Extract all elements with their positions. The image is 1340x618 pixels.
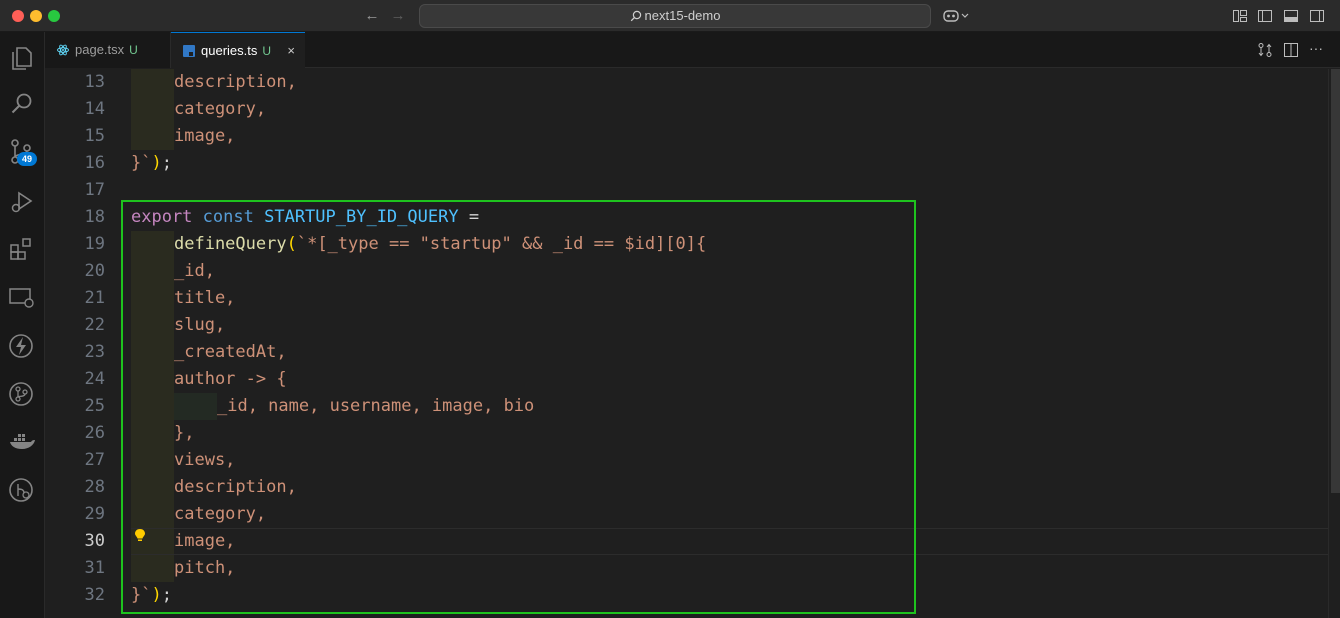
more-actions-icon[interactable]: ··· — [1309, 41, 1325, 57]
line-number: 23 — [84, 342, 105, 362]
search-icon[interactable] — [8, 90, 36, 118]
toggle-secondary-sidebar-icon[interactable] — [1309, 8, 1325, 24]
code-editor[interactable]: 13 14 15 16 17 18 19 20 21 22 23 24 25 2… — [45, 69, 1328, 618]
toggle-primary-sidebar-icon[interactable] — [1257, 8, 1273, 24]
code-line[interactable]: image, — [174, 123, 235, 150]
git-graph-icon[interactable] — [8, 380, 36, 408]
tab-queries-ts[interactable]: queries.ts U × — [171, 32, 305, 68]
untracked-status: U — [129, 43, 138, 57]
forward-arrow-icon[interactable]: → — [388, 6, 408, 26]
active-line-number: 30 — [84, 531, 105, 551]
search-icon — [630, 10, 641, 22]
line-number: 29 — [84, 504, 105, 524]
timeline-icon[interactable] — [8, 476, 36, 504]
react-icon — [57, 44, 69, 56]
compare-changes-icon[interactable] — [1257, 42, 1273, 58]
line-number: 13 — [84, 72, 105, 92]
explorer-icon[interactable] — [8, 44, 36, 72]
split-editor-icon[interactable] — [1283, 42, 1299, 58]
search-text: next15-demo — [644, 8, 721, 23]
line-number: 14 — [84, 99, 105, 119]
source-control-badge: 49 — [17, 152, 37, 166]
line-number: 22 — [84, 315, 105, 335]
untracked-status: U — [262, 44, 272, 58]
paren: ) — [151, 153, 162, 173]
code-line[interactable]: }`); — [131, 150, 172, 177]
run-debug-icon[interactable] — [8, 188, 36, 216]
line-number: 27 — [84, 450, 105, 470]
code-line[interactable]: category, — [174, 96, 266, 123]
scrollbar-thumb[interactable] — [1331, 69, 1340, 493]
lightning-icon[interactable] — [8, 332, 36, 360]
line-number: 15 — [84, 126, 105, 146]
line-number: 18 — [84, 207, 105, 227]
line-number: 16 — [84, 153, 105, 173]
line-number: 32 — [84, 585, 105, 605]
line-number: 24 — [84, 369, 105, 389]
minimize-window-button[interactable] — [30, 10, 42, 22]
command-center-search[interactable]: next15-demo — [419, 4, 931, 28]
close-tab-icon[interactable]: × — [287, 33, 295, 69]
editor-tab-bar: page.tsx U queries.ts U × ··· — [45, 32, 1340, 68]
vertical-scrollbar[interactable] — [1328, 69, 1340, 618]
customize-layout-icon[interactable] — [1232, 8, 1248, 24]
indent-guide — [131, 123, 174, 150]
maximize-window-button[interactable] — [48, 10, 60, 22]
back-arrow-icon[interactable]: ← — [362, 6, 382, 26]
title-bar: ← → next15-demo — [0, 0, 1340, 32]
tab-label: queries.ts — [201, 43, 258, 58]
indent-guide — [131, 96, 174, 123]
typescript-icon — [183, 45, 195, 57]
line-number: 20 — [84, 261, 105, 281]
toggle-panel-icon[interactable] — [1283, 8, 1299, 24]
line-number: 21 — [84, 288, 105, 308]
activity-bar: 49 — [0, 32, 45, 618]
tab-page-tsx[interactable]: page.tsx U — [45, 32, 171, 68]
line-number: 26 — [84, 423, 105, 443]
line-number: 25 — [84, 396, 105, 416]
tab-label: page.tsx — [75, 42, 125, 57]
extensions-icon[interactable] — [8, 236, 36, 264]
code-line[interactable]: description, — [174, 69, 297, 96]
docker-icon[interactable] — [8, 428, 36, 456]
copilot-icon[interactable] — [943, 8, 969, 27]
indent-guide — [131, 69, 174, 96]
close-window-button[interactable] — [12, 10, 24, 22]
line-number: 19 — [84, 234, 105, 254]
remote-explorer-icon[interactable] — [8, 284, 36, 312]
template-end: }` — [131, 153, 152, 173]
line-number: 17 — [84, 180, 105, 200]
highlight-box — [121, 200, 916, 614]
semicolon: ; — [161, 153, 172, 173]
line-number: 31 — [84, 558, 105, 578]
line-number: 28 — [84, 477, 105, 497]
